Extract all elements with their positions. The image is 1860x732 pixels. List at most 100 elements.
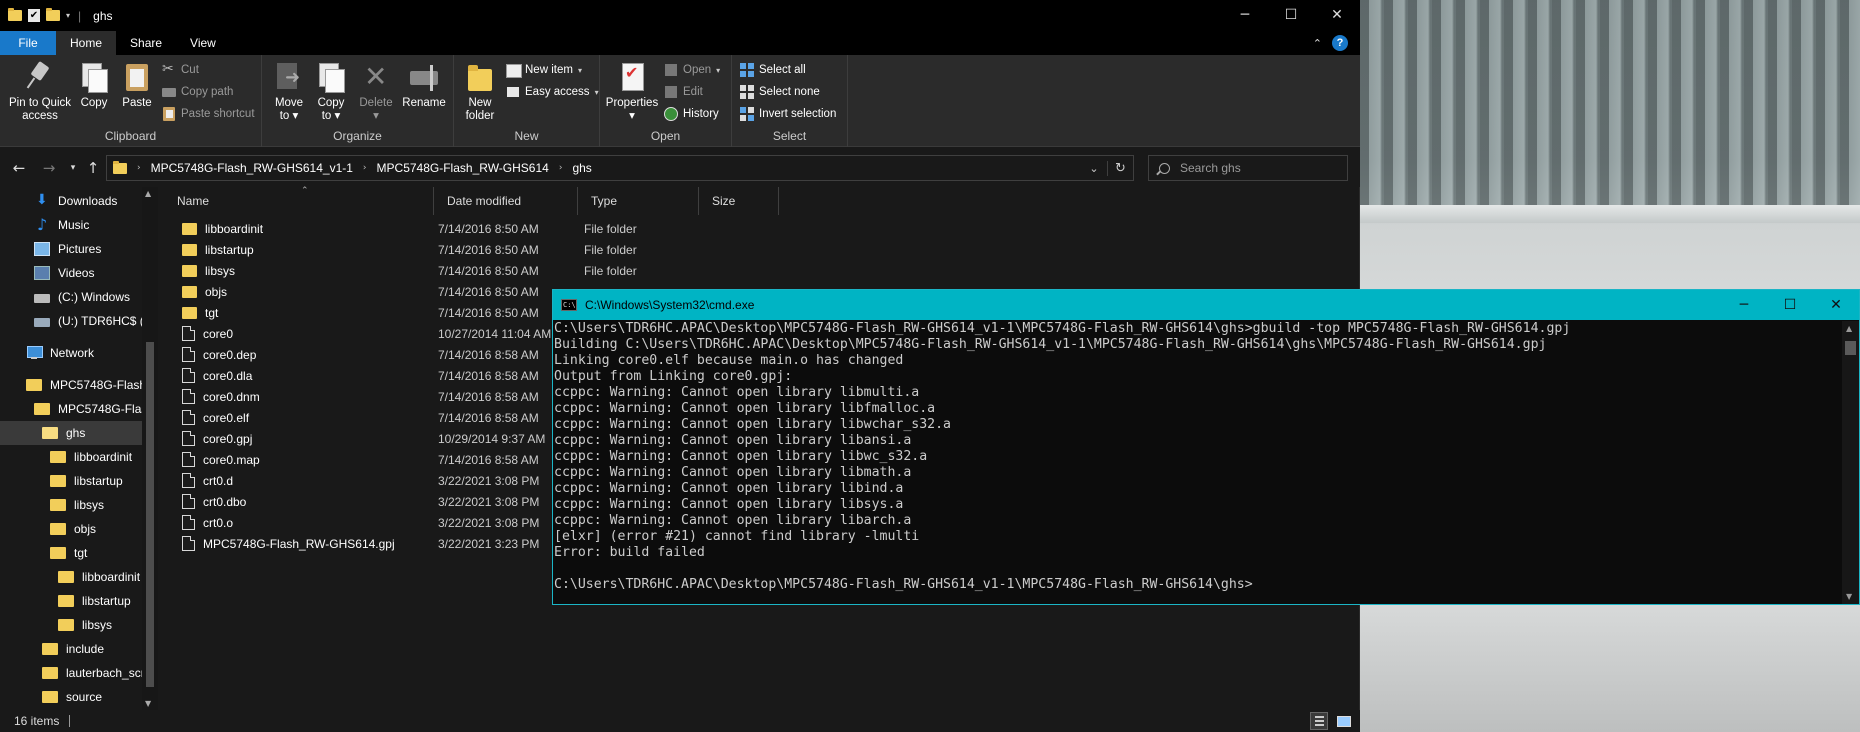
search-box[interactable] bbox=[1148, 155, 1348, 181]
tab-share[interactable]: Share bbox=[116, 31, 176, 55]
tab-file[interactable]: File bbox=[0, 31, 56, 55]
customize-toolbar-chevron-icon[interactable]: ▾ bbox=[66, 11, 70, 20]
edit-icon bbox=[664, 85, 678, 99]
nav-item-source[interactable]: source bbox=[0, 685, 142, 709]
cmd-maximize-button[interactable]: ☐ bbox=[1767, 290, 1813, 320]
column-header-type[interactable]: Type bbox=[578, 187, 699, 215]
copy-button[interactable]: Copy bbox=[76, 61, 112, 110]
nav-item-project-root[interactable]: MPC5748G-Flash_ bbox=[0, 373, 142, 397]
nav-item-label: libstartup bbox=[82, 594, 131, 608]
help-icon[interactable]: ? bbox=[1332, 35, 1348, 51]
nav-item-libstartup[interactable]: libstartup bbox=[0, 469, 142, 493]
nav-item-include[interactable]: include bbox=[0, 637, 142, 661]
open-icon bbox=[664, 63, 678, 77]
breadcrumb-item[interactable]: MPC5748G-Flash_RW-GHS614 bbox=[377, 161, 549, 175]
easy-access-button[interactable]: Easy access ▾ bbox=[506, 83, 599, 101]
back-arrow-icon[interactable]: ← bbox=[8, 157, 30, 179]
nav-item-libsys[interactable]: libsys bbox=[0, 493, 142, 517]
breadcrumb-chevron-icon[interactable]: › bbox=[363, 163, 367, 173]
minimize-button[interactable]: ─ bbox=[1222, 0, 1268, 31]
nav-item-tgt-libstartup[interactable]: libstartup bbox=[0, 589, 142, 613]
nav-item-ghs[interactable]: ghs bbox=[0, 421, 142, 445]
pin-to-quick-access-button[interactable]: Pin to Quick access bbox=[6, 61, 74, 123]
scroll-down-icon[interactable]: ▼ bbox=[145, 699, 151, 708]
properties-check-icon[interactable]: ✔ bbox=[28, 9, 40, 22]
new-folder-icon[interactable] bbox=[46, 8, 60, 21]
move-to-button[interactable]: Move to ▾ bbox=[270, 61, 308, 123]
new-item-button[interactable]: New item ▾ bbox=[506, 61, 582, 79]
file-row[interactable]: libboardinit 7/14/2016 8:50 AM File folder bbox=[164, 218, 904, 239]
details-view-icon[interactable] bbox=[1310, 712, 1328, 730]
column-header-name[interactable]: Name ⌃ bbox=[164, 186, 434, 215]
delete-button[interactable]: Delete ▾ bbox=[356, 61, 396, 123]
rename-icon bbox=[408, 61, 440, 93]
breadcrumb-chevron-icon[interactable]: › bbox=[559, 163, 563, 173]
breadcrumb-chevron-icon[interactable]: › bbox=[137, 163, 141, 173]
cmd-close-button[interactable]: ✕ bbox=[1813, 290, 1859, 320]
nav-item-tgt-libboardinit[interactable]: libboardinit bbox=[0, 565, 142, 589]
open-button[interactable]: Open ▾ bbox=[664, 61, 720, 79]
nav-item-downloads[interactable]: Downloads bbox=[0, 189, 142, 213]
copy-to-button[interactable]: Copy to ▾ bbox=[312, 61, 350, 123]
forward-arrow-icon[interactable]: → bbox=[38, 157, 60, 179]
nav-item-project[interactable]: MPC5748G-Flash bbox=[0, 397, 142, 421]
pin-label: Pin to Quick access bbox=[9, 97, 71, 122]
properties-button[interactable]: Properties ▾ bbox=[604, 61, 660, 123]
collapse-ribbon-chevron-icon[interactable]: ⌃ bbox=[1313, 37, 1322, 50]
column-header-size[interactable]: Size bbox=[699, 187, 779, 215]
navigation-pane-scrollbar[interactable]: ▲ ▼ bbox=[142, 187, 158, 710]
history-label: History bbox=[683, 108, 719, 120]
invert-selection-button[interactable]: Invert selection bbox=[740, 105, 836, 123]
rename-button[interactable]: Rename bbox=[400, 61, 448, 110]
paste-shortcut-button[interactable]: Paste shortcut bbox=[162, 105, 255, 123]
refresh-icon[interactable]: ↻ bbox=[1107, 160, 1133, 176]
new-folder-button[interactable]: New folder bbox=[460, 61, 500, 123]
nav-item-pictures[interactable]: Pictures bbox=[0, 237, 142, 261]
cmd-line: ccppc: Warning: Cannot open library libf… bbox=[554, 401, 936, 416]
nav-item-label: libboardinit bbox=[82, 570, 141, 584]
nav-item-videos[interactable]: Videos bbox=[0, 261, 142, 285]
up-arrow-icon[interactable]: ↑ bbox=[82, 157, 104, 179]
edit-button[interactable]: Edit bbox=[664, 83, 703, 101]
scroll-up-icon[interactable]: ▲ bbox=[145, 189, 151, 198]
nav-item-network[interactable]: Network bbox=[0, 341, 142, 365]
scroll-down-icon[interactable]: ▼ bbox=[1846, 592, 1852, 601]
tab-home[interactable]: Home bbox=[56, 31, 117, 55]
nav-item-c-drive[interactable]: (C:) Windows bbox=[0, 285, 142, 309]
nav-item-music[interactable]: Music bbox=[0, 213, 142, 237]
file-row[interactable]: libsys 7/14/2016 8:50 AM File folder bbox=[164, 260, 904, 281]
nav-item-objs[interactable]: objs bbox=[0, 517, 142, 541]
breadcrumb-item[interactable]: ghs bbox=[572, 161, 591, 175]
large-icons-view-icon[interactable] bbox=[1334, 712, 1352, 730]
breadcrumb-item[interactable]: MPC5748G-Flash_RW-GHS614_v1-1 bbox=[151, 161, 353, 175]
maximize-button[interactable]: ☐ bbox=[1268, 0, 1314, 31]
cut-button[interactable]: Cut bbox=[162, 61, 199, 79]
nav-item-libboardinit[interactable]: libboardinit bbox=[0, 445, 142, 469]
nav-item-u-drive[interactable]: (U:) TDR6HC$ (\ bbox=[0, 309, 142, 333]
nav-item-tgt-libsys[interactable]: libsys bbox=[0, 613, 142, 637]
file-date: 10/29/2014 9:37 AM bbox=[438, 431, 546, 446]
scroll-up-icon[interactable]: ▲ bbox=[1846, 324, 1852, 333]
recent-locations-chevron-icon[interactable]: ▾ bbox=[62, 157, 84, 179]
address-history-chevron-icon[interactable]: ⌄ bbox=[1081, 162, 1107, 175]
select-none-button[interactable]: Select none bbox=[740, 83, 820, 101]
scrollbar-thumb[interactable] bbox=[146, 342, 154, 687]
cmd-scrollbar-thumb[interactable] bbox=[1845, 341, 1856, 355]
select-all-button[interactable]: Select all bbox=[740, 61, 806, 79]
nav-item-tgt[interactable]: tgt bbox=[0, 541, 142, 565]
paste-button[interactable]: Paste bbox=[118, 61, 156, 110]
tab-view[interactable]: View bbox=[176, 31, 230, 55]
nav-item-label: libsys bbox=[82, 618, 113, 632]
nav-item-lauterbach[interactable]: lauterbach_scri bbox=[0, 661, 142, 685]
copy-path-button[interactable]: Copy path bbox=[162, 83, 233, 101]
cmd-output[interactable]: C:\Users\TDR6HC.APAC\Desktop\MPC5748G-Fl… bbox=[554, 321, 1838, 601]
history-button[interactable]: History bbox=[664, 105, 719, 123]
cmd-scrollbar[interactable]: ▲ ▼ bbox=[1842, 321, 1859, 604]
address-bar[interactable]: › MPC5748G-Flash_RW-GHS614_v1-1 › MPC574… bbox=[106, 155, 1134, 181]
file-row[interactable]: libstartup 7/14/2016 8:50 AM File folder bbox=[164, 239, 904, 260]
cmd-minimize-button[interactable]: ─ bbox=[1721, 290, 1767, 320]
cmd-line: ccppc: Warning: Cannot open library liba… bbox=[554, 433, 912, 448]
search-input[interactable] bbox=[1180, 161, 1330, 175]
column-header-date[interactable]: Date modified bbox=[434, 187, 578, 215]
close-button[interactable]: ✕ bbox=[1314, 0, 1360, 31]
